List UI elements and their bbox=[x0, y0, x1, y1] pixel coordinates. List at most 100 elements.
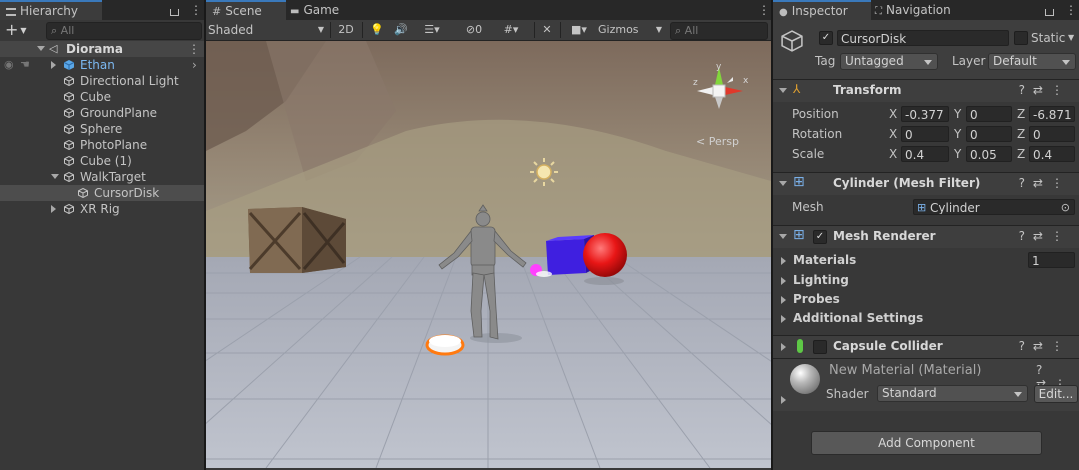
scene-viewport[interactable]: y x z < Persp bbox=[206, 41, 771, 468]
component-title: Transform bbox=[833, 83, 902, 97]
list-item[interactable]: XR Rig bbox=[0, 201, 204, 217]
expand-arrow-icon[interactable] bbox=[781, 396, 786, 404]
tab-inspector[interactable]: ● Inspector bbox=[773, 0, 871, 20]
expand-arrow-icon[interactable] bbox=[779, 181, 787, 186]
panel-menu-icon[interactable]: ⋮ bbox=[190, 3, 202, 17]
pickable-icon[interactable]: ☚ bbox=[20, 57, 30, 73]
capsule-collider-header[interactable]: Capsule Collider ?⇄⋮ bbox=[773, 335, 1079, 358]
shading-mode-dropdown[interactable]: Shaded ▼ bbox=[208, 22, 326, 38]
expand-arrow-icon[interactable] bbox=[781, 296, 786, 304]
2d-toggle-button[interactable]: 2D bbox=[334, 22, 358, 38]
list-item[interactable]: GroundPlane bbox=[0, 105, 204, 121]
scale-y-field[interactable]: 0.05 bbox=[966, 146, 1012, 162]
object-name-field[interactable]: CursorDisk bbox=[837, 30, 1009, 46]
scale-z-field[interactable]: 0.4 bbox=[1029, 146, 1075, 162]
mesh-renderer-icon: ⊞ bbox=[793, 227, 805, 243]
list-item[interactable]: WalkTarget bbox=[0, 169, 204, 185]
eye-off-icon: ⊘ bbox=[465, 23, 476, 36]
tab-hierarchy[interactable]: Hierarchy bbox=[0, 0, 102, 20]
expand-arrow-icon[interactable] bbox=[781, 315, 786, 323]
add-component-button[interactable]: Add Component bbox=[811, 431, 1042, 455]
scene-row[interactable]: ◁ Diorama ⋮ bbox=[0, 41, 204, 57]
rotation-x-field[interactable]: 0 bbox=[901, 126, 949, 142]
expand-arrow-icon[interactable] bbox=[51, 61, 56, 69]
tag-dropdown[interactable]: Untagged bbox=[840, 53, 938, 70]
scene-search-input[interactable]: ⌕ All bbox=[670, 22, 768, 40]
lock-icon[interactable] bbox=[1045, 9, 1054, 16]
chevron-down-icon[interactable]: ▼ bbox=[1068, 33, 1074, 42]
expand-arrow-icon[interactable] bbox=[51, 174, 59, 179]
expand-arrow-icon[interactable] bbox=[37, 46, 45, 51]
expand-arrow-icon[interactable] bbox=[51, 205, 56, 213]
component-actions-icon[interactable]: ?⇄⋮ bbox=[1019, 176, 1071, 190]
gameobject-cube-icon bbox=[78, 188, 88, 198]
probes-foldout[interactable]: Probes bbox=[793, 292, 840, 306]
list-item[interactable]: Directional Light bbox=[0, 73, 204, 89]
chevron-right-icon[interactable]: › bbox=[192, 57, 197, 73]
list-item-label: WalkTarget bbox=[80, 170, 146, 184]
edit-shader-button[interactable]: Edit... bbox=[1034, 385, 1078, 403]
transform-header[interactable]: ⅄ Transform ?⇄⋮ bbox=[773, 79, 1079, 102]
tools-icon[interactable]: ✕ bbox=[538, 22, 556, 38]
component-actions-icon[interactable]: ?⇄⋮ bbox=[1019, 229, 1071, 243]
tab-game[interactable]: ▬ Game bbox=[284, 0, 360, 20]
list-item[interactable]: Sphere bbox=[0, 121, 204, 137]
visibility-icon[interactable]: ◉ bbox=[4, 57, 14, 73]
tab-label: Inspector bbox=[791, 4, 848, 18]
expand-arrow-icon[interactable] bbox=[781, 343, 786, 351]
create-button[interactable]: + ▼ bbox=[5, 22, 35, 38]
additional-settings-foldout[interactable]: Additional Settings bbox=[793, 311, 923, 325]
chevron-down-icon: ▼ bbox=[655, 25, 662, 34]
projection-label[interactable]: < Persp bbox=[696, 135, 739, 148]
panel-menu-icon[interactable]: ⋮ bbox=[758, 3, 770, 17]
expand-arrow-icon[interactable] bbox=[779, 88, 787, 93]
hierarchy-search-input[interactable]: ⌕ All bbox=[46, 22, 202, 40]
lighting-toggle-icon[interactable]: 💡 bbox=[368, 22, 386, 38]
component-title: Mesh Renderer bbox=[833, 229, 936, 243]
mesh-filter-header[interactable]: ⊞ Cylinder (Mesh Filter) ?⇄⋮ bbox=[773, 172, 1079, 195]
list-item[interactable]: ◉ ☚ Ethan › bbox=[0, 57, 204, 73]
tab-navigation[interactable]: ⛶ Navigation bbox=[869, 0, 975, 20]
object-picker-icon[interactable]: ⊙ bbox=[1061, 200, 1070, 214]
gizmos-dropdown[interactable]: Gizmos ▼ bbox=[598, 22, 664, 38]
expand-arrow-icon[interactable] bbox=[781, 277, 786, 285]
hierarchy-icon bbox=[6, 7, 16, 16]
component-enabled-checkbox[interactable]: ✓ bbox=[813, 230, 827, 244]
cursor-disk-object[interactable] bbox=[425, 334, 465, 356]
camera-dropdown-icon[interactable]: ■▾ bbox=[564, 22, 594, 38]
rotation-y-field[interactable]: 0 bbox=[966, 126, 1012, 142]
axis-x-label: X bbox=[889, 147, 898, 161]
list-item-label: Cube bbox=[80, 90, 111, 104]
mesh-object-field[interactable]: ⊞ Cylinder ⊙ bbox=[913, 199, 1075, 215]
lighting-foldout[interactable]: Lighting bbox=[793, 273, 849, 287]
hidden-objects-toggle[interactable]: ⊘0 bbox=[458, 22, 490, 38]
layer-dropdown[interactable]: Default bbox=[988, 53, 1076, 70]
list-item-selected[interactable]: CursorDisk bbox=[0, 185, 204, 201]
mesh-renderer-header[interactable]: ⊞ ✓ Mesh Renderer ?⇄⋮ bbox=[773, 225, 1079, 248]
panel-menu-icon[interactable]: ⋮ bbox=[1065, 3, 1077, 17]
list-item[interactable]: Cube bbox=[0, 89, 204, 105]
component-enabled-checkbox[interactable] bbox=[813, 340, 827, 354]
scene-menu-icon[interactable]: ⋮ bbox=[188, 41, 200, 57]
list-item[interactable]: Cube (1) bbox=[0, 153, 204, 169]
materials-foldout[interactable]: Materials bbox=[793, 253, 856, 267]
expand-arrow-icon[interactable] bbox=[781, 257, 786, 265]
position-x-field[interactable]: -0.377 bbox=[901, 106, 949, 122]
component-actions-icon[interactable]: ?⇄⋮ bbox=[1019, 83, 1071, 97]
scale-x-field[interactable]: 0.4 bbox=[901, 146, 949, 162]
static-checkbox[interactable] bbox=[1014, 31, 1028, 45]
position-y-field[interactable]: 0 bbox=[966, 106, 1012, 122]
position-z-field[interactable]: -6.871 bbox=[1029, 106, 1075, 122]
materials-count-field[interactable]: 1 bbox=[1028, 252, 1075, 268]
grid-dropdown-icon[interactable]: #▾ bbox=[494, 22, 528, 38]
expand-arrow-icon[interactable] bbox=[779, 234, 787, 239]
effects-dropdown-icon[interactable]: ☰▾ bbox=[416, 22, 448, 38]
component-actions-icon[interactable]: ?⇄⋮ bbox=[1019, 339, 1071, 353]
active-checkbox[interactable]: ✓ bbox=[819, 31, 833, 45]
list-item[interactable]: PhotoPlane bbox=[0, 137, 204, 153]
tab-scene[interactable]: # Scene bbox=[206, 0, 286, 20]
rotation-z-field[interactable]: 0 bbox=[1029, 126, 1075, 142]
audio-toggle-icon[interactable]: 🔊 bbox=[392, 22, 410, 38]
shader-dropdown[interactable]: Standard bbox=[877, 385, 1028, 402]
lock-icon[interactable] bbox=[170, 9, 179, 16]
